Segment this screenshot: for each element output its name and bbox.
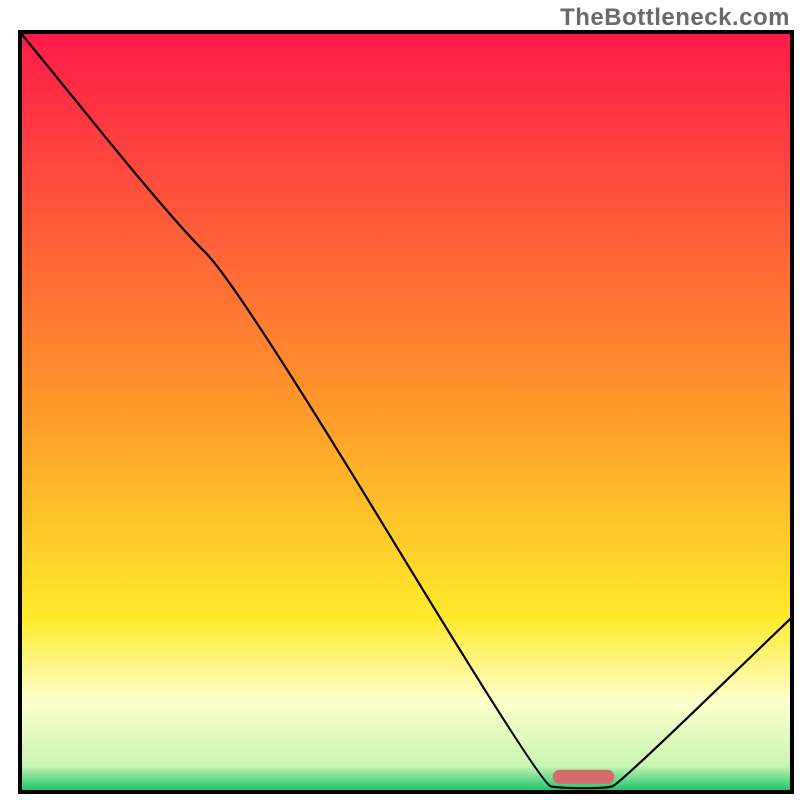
bottleneck-chart (0, 0, 800, 800)
watermark-label: TheBottleneck.com (560, 4, 790, 32)
optimal-marker (553, 770, 615, 784)
chart-container: TheBottleneck.com (0, 0, 800, 800)
chart-background (20, 32, 792, 792)
